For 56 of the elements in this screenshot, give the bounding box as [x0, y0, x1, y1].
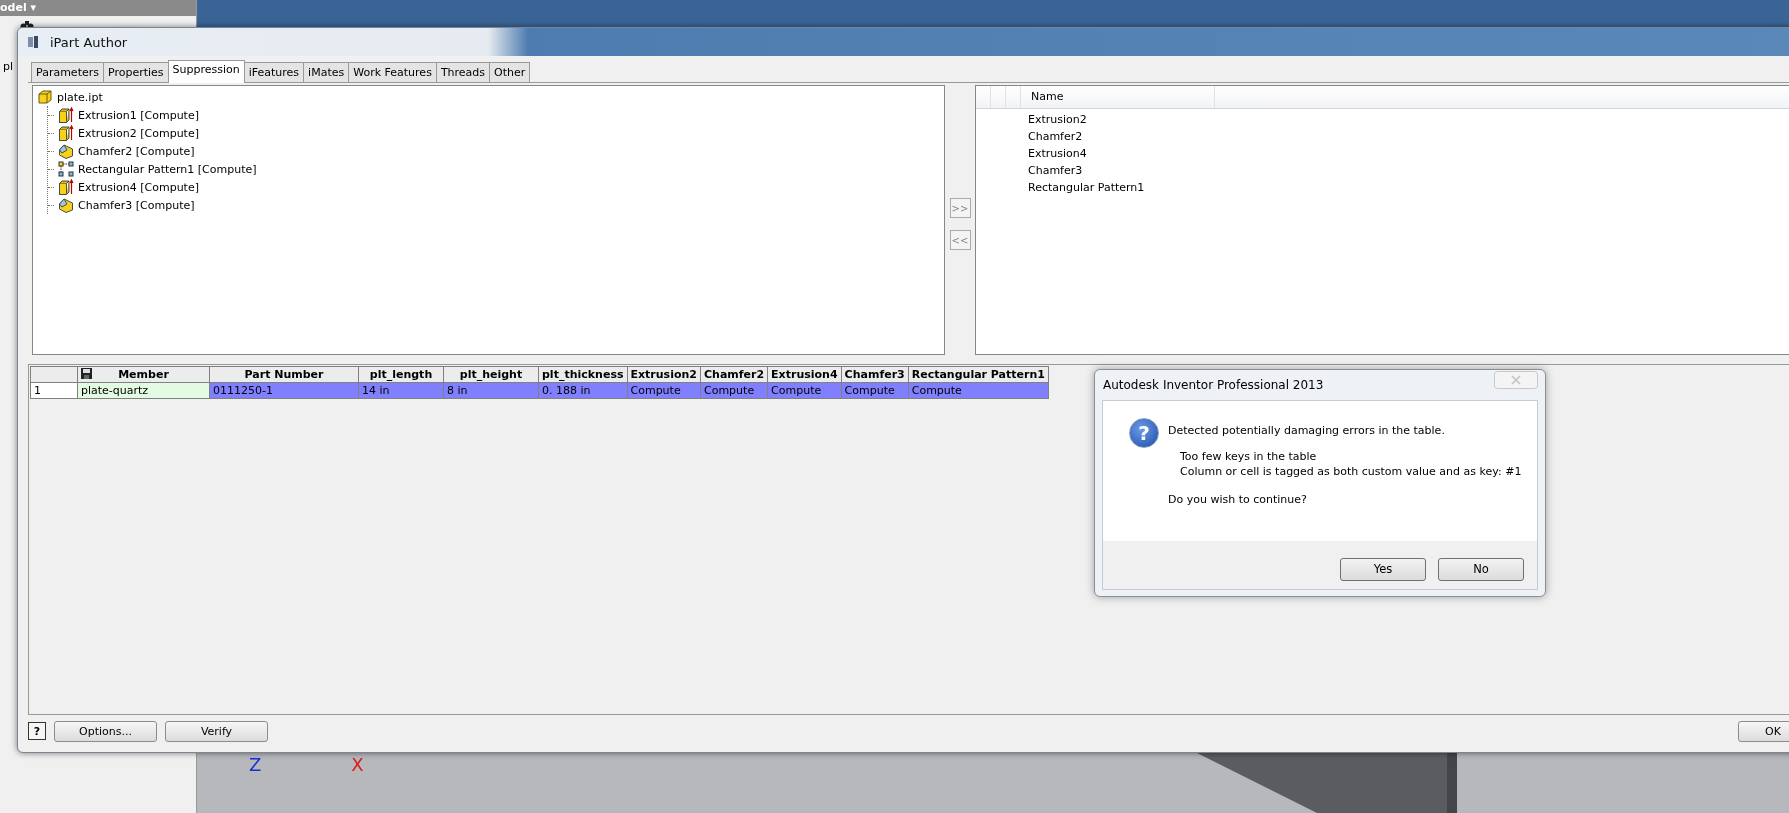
browser-item[interactable]: pl — [3, 60, 14, 73]
list-item[interactable]: Extrusion2 — [1028, 111, 1789, 128]
tree-item[interactable]: Chamfer2 [Compute] — [78, 144, 195, 158]
column-header[interactable]: Chamfer3 — [841, 366, 909, 383]
message-detail: Too few keys in the table — [1180, 449, 1318, 464]
column-header[interactable]: plt_height — [443, 366, 539, 383]
save-icon[interactable] — [81, 368, 92, 379]
message-detail: Column or cell is tagged as both custom value and as key: #1 — [1180, 464, 1522, 479]
column-header[interactable]: Part Number — [209, 366, 359, 383]
no-button[interactable]: No — [1438, 557, 1524, 581]
tree-item[interactable]: Extrusion4 [Compute] — [78, 180, 199, 194]
column-header[interactable]: plt_length — [358, 366, 444, 383]
pattern-icon — [58, 161, 74, 177]
axis-label: Z — [249, 755, 262, 775]
list-item[interactable]: Extrusion4 — [1028, 145, 1789, 162]
axis-label: X — [351, 755, 364, 775]
tree-item[interactable]: Rectangular Pattern1 [Compute] — [78, 162, 257, 176]
tab[interactable]: Parameters — [31, 62, 104, 82]
browser-title: odel ▾ — [0, 0, 36, 16]
column-header[interactable]: Chamfer2 — [700, 366, 768, 383]
help-button[interactable]: ? — [28, 722, 46, 740]
tree-item[interactable]: Extrusion1 [Compute] — [78, 108, 199, 122]
tree-item[interactable]: plate.ipt — [57, 90, 103, 104]
column-header[interactable]: Extrusion4 — [767, 366, 842, 383]
message-text: Detected potentially damaging errors in the table. — [1168, 424, 1446, 437]
chamfer-icon — [58, 197, 74, 213]
list-item[interactable]: Rectangular Pattern1 — [1028, 179, 1789, 196]
tree-item[interactable]: Extrusion2 [Compute] — [78, 126, 199, 140]
chamfer-icon — [58, 143, 74, 159]
window-app-icon — [26, 35, 40, 49]
tab[interactable]: Suppression — [167, 60, 245, 83]
list-item[interactable]: Chamfer3 — [1028, 162, 1789, 179]
column-header[interactable]: Extrusion2 — [627, 366, 701, 383]
tab[interactable]: Threads — [435, 62, 491, 82]
column-header[interactable]: plt_thickness — [538, 366, 627, 383]
ok-button[interactable]: OK — [1738, 720, 1789, 742]
extrusion-icon — [58, 107, 74, 123]
tree-item[interactable]: Chamfer3 [Compute] — [78, 198, 195, 212]
box-icon — [37, 89, 53, 105]
column-header[interactable]: Member — [77, 366, 210, 383]
extrusion-icon — [58, 125, 74, 141]
tab[interactable]: Properties — [102, 62, 169, 82]
tab[interactable]: Other — [489, 62, 531, 82]
question-icon: ? — [1129, 418, 1159, 448]
window-title: iPart Author — [50, 34, 128, 50]
options-button[interactable]: Options... — [54, 720, 157, 742]
column-header[interactable]: Rectangular Pattern1 — [908, 366, 1049, 383]
tab[interactable]: iMates — [303, 62, 350, 82]
extrusion-icon — [58, 179, 74, 195]
yes-button[interactable]: Yes — [1340, 557, 1426, 581]
tab[interactable]: Work Features — [348, 62, 437, 82]
list-item[interactable]: Chamfer2 — [1028, 128, 1789, 145]
verify-button[interactable]: Verify — [165, 720, 268, 742]
dialog-title: Autodesk Inventor Professional 2013 — [1103, 378, 1324, 392]
tab[interactable]: iFeatures — [243, 62, 305, 82]
question-text: Do you wish to continue? — [1168, 493, 1308, 506]
